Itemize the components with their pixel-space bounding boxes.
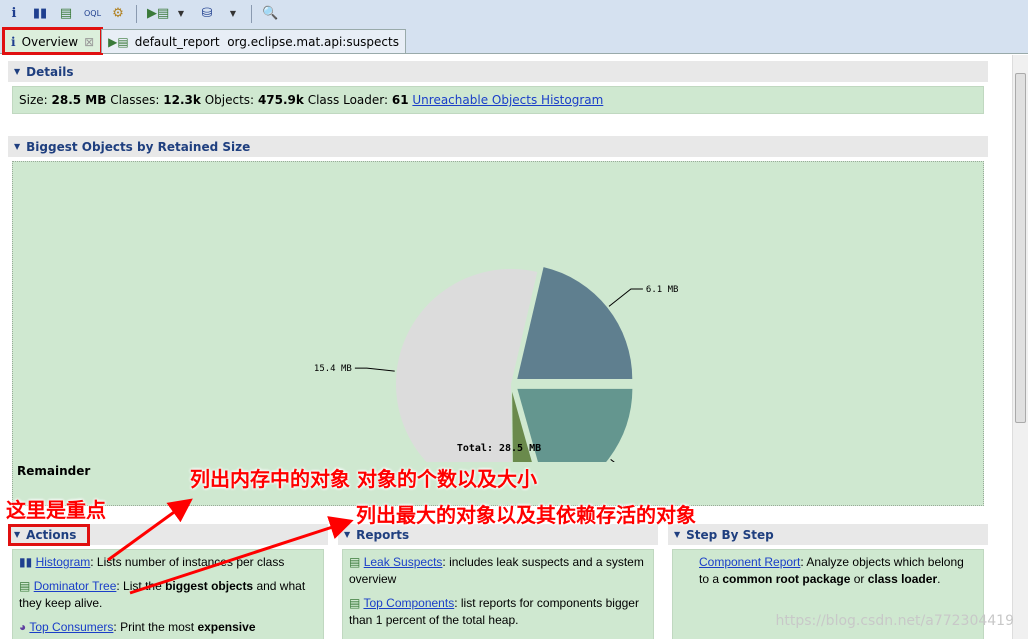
details-header[interactable]: ▼ Details [8, 61, 988, 82]
leader-line [354, 367, 395, 372]
editor-tabs: i Overview ⊠ ▶▤ default_report org.eclip… [0, 27, 1028, 55]
desc: or [850, 572, 868, 586]
tab-default-report[interactable]: ▶▤ default_report org.eclipse.mat.api:su… [101, 29, 406, 53]
oql-icon[interactable]: OQL [84, 9, 101, 18]
action-top-consumers: ◕ Top Consumers: Print the most expensiv… [19, 619, 317, 636]
dominator-tree-icon: ▤ [19, 579, 31, 593]
query-browser-icon[interactable]: ⛁ [199, 6, 215, 21]
section-title: Details [26, 64, 74, 79]
tab-overview[interactable]: i Overview ⊠ [1, 27, 104, 55]
collapse-icon: ▼ [14, 67, 21, 76]
component-report-link[interactable]: Component Report [699, 555, 800, 569]
collapse-icon: ▼ [344, 530, 351, 539]
report-icon: ▤ [349, 596, 361, 610]
desc: . [937, 572, 941, 586]
annotation: 列出最大的对象以及其依赖存活的对象 [356, 503, 696, 527]
tab-label: default_report org.eclipse.mat.api:suspe… [134, 34, 399, 49]
top-components-link[interactable]: Top Components [363, 596, 454, 610]
total-label: Total: 28.5 MB [457, 443, 541, 454]
action-histogram: ▮▮ Histogram: Lists number of instances … [19, 554, 317, 571]
section-title: Step By Step [686, 527, 774, 542]
tab-label: Overview [21, 34, 79, 49]
pie-slice[interactable] [517, 267, 633, 380]
toolbar: i ▮▮ ▤ OQL ⚙ ▶▤ ▼ ⛁ ▼ 🔍 [0, 0, 1028, 27]
step-by-step-header[interactable]: ▼ Step By Step [668, 524, 988, 545]
unreachable-histogram-link[interactable]: Unreachable Objects Histogram [412, 93, 603, 107]
desc-bold: biggest objects [165, 579, 254, 593]
separator [251, 4, 252, 23]
histogram-icon: ▮▮ [19, 555, 33, 569]
info-icon[interactable]: i [6, 6, 22, 21]
annotation: 列出内存中的对象 对象的个数以及大小 [190, 467, 537, 491]
classes-value: 12.3k [163, 93, 201, 107]
slice-label: 6.1 MB [646, 285, 679, 295]
settings-icon[interactable]: ⚙ [110, 6, 126, 21]
section-title: Biggest Objects by Retained Size [26, 139, 251, 154]
objects-value: 475.9k [257, 93, 304, 107]
reports-box: ▤ Leak Suspects: includes leak suspects … [342, 549, 654, 639]
scrollbar-thumb[interactable] [1015, 73, 1026, 423]
annotation: 这里是重点 [6, 498, 106, 522]
top-consumers-link[interactable]: Top Consumers [29, 620, 113, 634]
leak-suspects-link[interactable]: Leak Suspects [364, 555, 443, 569]
search-icon[interactable]: 🔍 [262, 6, 278, 21]
dropdown-icon[interactable]: ▼ [225, 9, 241, 18]
details-box: Size: 28.5 MB Classes: 12.3k Objects: 47… [12, 86, 984, 114]
label: Objects: [204, 93, 255, 107]
desc: : Print the most [113, 620, 198, 634]
slice-label: 15.4 MB [314, 364, 352, 374]
pie-chart-box: 6.1 MB5.9 MB1.2 MB15.4 MBTotal: 28.5 MB … [12, 161, 984, 506]
label: Classes: [110, 93, 160, 107]
report-icon: ▤ [349, 555, 361, 569]
close-icon[interactable]: ⊠ [84, 35, 94, 49]
remainder-label: Remainder [17, 464, 91, 478]
report-icon: ▶▤ [108, 34, 129, 49]
watermark: https://blog.csdn.net/a772304419 [775, 613, 1015, 629]
label: Class Loader: [307, 93, 389, 107]
label: Size: [19, 93, 48, 107]
desc-bold: common root package [722, 572, 851, 586]
collapse-icon: ▼ [14, 142, 21, 151]
histogram-link[interactable]: Histogram [36, 555, 91, 569]
section-title: Reports [356, 527, 410, 542]
report-leak-suspects: ▤ Leak Suspects: includes leak suspects … [349, 554, 647, 588]
dominator-tree-icon[interactable]: ▤ [58, 6, 74, 21]
report-top-components: ▤ Top Components: list reports for compo… [349, 595, 647, 629]
desc: : List the [116, 579, 166, 593]
collapse-icon: ▼ [674, 530, 681, 539]
leader-line [610, 459, 615, 462]
dominator-tree-link[interactable]: Dominator Tree [34, 579, 117, 593]
dropdown-icon[interactable]: ▼ [173, 9, 189, 18]
loader-value: 61 [391, 93, 409, 107]
biggest-header[interactable]: ▼ Biggest Objects by Retained Size [8, 136, 988, 157]
action-dominator: ▤ Dominator Tree: List the biggest objec… [19, 578, 317, 612]
pie-chart: 6.1 MB5.9 MB1.2 MB15.4 MBTotal: 28.5 MB [314, 267, 679, 462]
size-value: 28.5 MB [51, 93, 107, 107]
desc: : Lists number of instances per class [90, 555, 285, 569]
separator [136, 4, 137, 23]
desc-bold: expensive [197, 620, 256, 634]
report-icon[interactable]: ▶▤ [147, 6, 169, 21]
pie-icon: ◕ [19, 620, 27, 634]
desc-bold: class loader [867, 572, 938, 586]
histogram-icon[interactable]: ▮▮ [32, 6, 48, 21]
overview-content: ▼ Details Size: 28.5 MB Classes: 12.3k Ob… [0, 55, 1012, 639]
leader-line [608, 288, 643, 307]
vertical-scrollbar[interactable] [1012, 55, 1028, 639]
actions-box: ▮▮ Histogram: Lists number of instances … [12, 549, 324, 639]
info-icon: i [11, 34, 16, 49]
highlight-box [8, 524, 90, 546]
